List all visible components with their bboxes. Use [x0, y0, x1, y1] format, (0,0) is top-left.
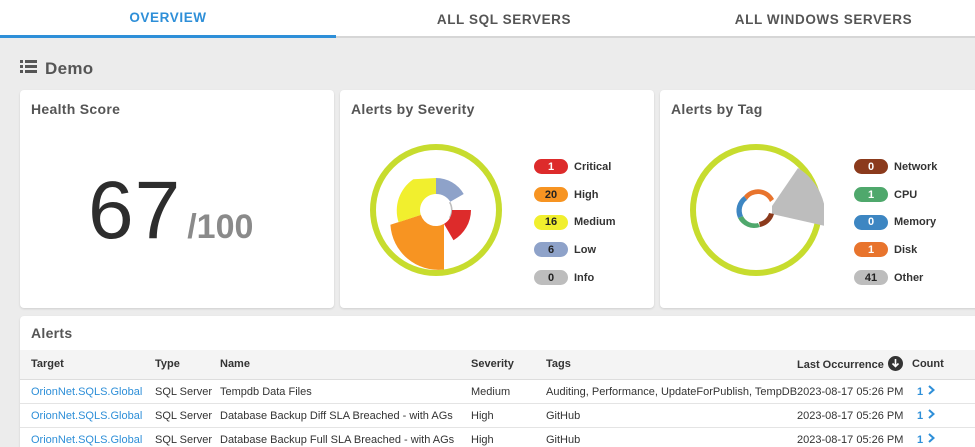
legend-label-low: Low	[574, 243, 596, 256]
legend-count-other: 41	[854, 270, 888, 286]
tag-segment-cpu	[738, 216, 760, 228]
legend-label-medium: Medium	[574, 216, 616, 229]
table-row[interactable]: OrionNet.SQLS.Global SQL Server Tempdb D…	[20, 380, 975, 404]
legend-label-cpu: CPU	[894, 188, 918, 201]
legend-label-high: High	[574, 188, 599, 201]
row-severity: High	[471, 434, 494, 446]
legend-item-other[interactable]: 41 Other	[854, 264, 937, 292]
row-target-link[interactable]: OrionNet.SQLS.Global	[31, 410, 142, 422]
legend-count-critical: 1	[534, 159, 568, 175]
legend-item-network[interactable]: 0 Network	[854, 153, 937, 181]
legend-label-disk: Disk	[894, 243, 918, 256]
row-last-occurrence: 2023-08-17 05:26 PM	[797, 410, 904, 422]
tag-segment-memory	[736, 196, 747, 218]
row-count-link[interactable]: 1	[917, 433, 936, 446]
table-row[interactable]: OrionNet.SQLS.Global SQL Server Database…	[20, 428, 975, 447]
legend-count-network: 0	[854, 159, 888, 175]
legend-item-medium[interactable]: 16 Medium	[534, 208, 616, 236]
tab-all-windows-servers[interactable]: ALL WINDOWS SERVERS	[672, 0, 975, 38]
tag-segment-other	[772, 168, 824, 226]
tag-segment-network	[759, 213, 774, 227]
legend-label-network: Network	[894, 160, 938, 173]
alerts-table-header: Target Type Name Severity Tags Last Occu…	[20, 350, 975, 380]
legend-count-disk: 1	[854, 242, 888, 258]
legend-item-cpu[interactable]: 1 CPU	[854, 181, 937, 209]
tag-segment-disk	[744, 189, 774, 202]
row-type: SQL Server	[155, 410, 213, 422]
health-score-max: /100	[187, 208, 254, 246]
alerts-title: Alerts	[31, 325, 73, 341]
row-count: 1	[917, 385, 924, 398]
row-last-occurrence: 2023-08-17 05:26 PM	[797, 386, 904, 398]
col-last-occurrence[interactable]: Last Occurrence	[797, 356, 903, 374]
sort-descending-icon[interactable]	[887, 356, 903, 374]
col-severity[interactable]: Severity	[471, 358, 514, 370]
legend-label-memory: Memory	[894, 216, 937, 229]
row-severity: Medium	[471, 386, 511, 398]
severity-donut-chart[interactable]	[368, 142, 504, 278]
row-last-occurrence: 2023-08-17 05:26 PM	[797, 434, 904, 446]
section-title: Demo	[45, 59, 94, 78]
list-icon	[20, 59, 37, 79]
tab-overview[interactable]: OVERVIEW	[0, 0, 336, 38]
health-score-value: 67	[88, 165, 182, 256]
col-tags[interactable]: Tags	[546, 358, 571, 370]
chevron-right-icon	[928, 385, 936, 398]
col-name[interactable]: Name	[220, 358, 250, 370]
alerts-by-tag-card: Alerts by Tag 0 Network 1 CPU 0 Memory 1…	[660, 90, 975, 308]
tag-title: Alerts by Tag	[671, 101, 763, 117]
row-name: Database Backup Diff SLA Breached - with…	[220, 410, 453, 422]
health-score: 67 /100	[88, 170, 253, 252]
row-tags: Auditing, Performance, UpdateForPublish,…	[546, 386, 798, 398]
row-count-link[interactable]: 1	[917, 409, 936, 422]
alerts-by-severity-card: Alerts by Severity 1 Critical 20 High 16…	[340, 90, 654, 308]
tab-all-sql-servers[interactable]: ALL SQL SERVERS	[336, 0, 672, 38]
row-name: Tempdb Data Files	[220, 386, 312, 398]
legend-count-memory: 0	[854, 214, 888, 230]
row-count-link[interactable]: 1	[917, 385, 936, 398]
health-score-title: Health Score	[31, 101, 121, 117]
alerts-table-card: Alerts Target Type Name Severity Tags La…	[20, 316, 975, 447]
row-type: SQL Server	[155, 434, 213, 446]
chevron-right-icon	[928, 409, 936, 422]
tag-donut-chart[interactable]	[688, 142, 824, 278]
row-target-link[interactable]: OrionNet.SQLS.Global	[31, 434, 142, 446]
row-count: 1	[917, 409, 924, 422]
tag-legend: 0 Network 1 CPU 0 Memory 1 Disk 41 Other	[854, 153, 937, 291]
legend-count-cpu: 1	[854, 187, 888, 203]
row-count: 1	[917, 433, 924, 446]
chevron-right-icon	[928, 433, 936, 446]
row-tags: GitHub	[546, 410, 581, 422]
legend-item-memory[interactable]: 0 Memory	[854, 208, 937, 236]
severity-legend: 1 Critical 20 High 16 Medium 6 Low 0 Inf…	[534, 153, 616, 291]
row-name: Database Backup Full SLA Breached - with…	[220, 434, 455, 446]
col-target[interactable]: Target	[31, 358, 64, 370]
legend-label-critical: Critical	[574, 160, 612, 173]
col-count[interactable]: Count	[912, 358, 944, 370]
row-severity: High	[471, 410, 494, 422]
legend-count-high: 20	[534, 187, 568, 203]
row-type: SQL Server	[155, 386, 213, 398]
legend-item-high[interactable]: 20 High	[534, 181, 616, 209]
col-type[interactable]: Type	[155, 358, 180, 370]
col-last-occurrence-label: Last Occurrence	[797, 359, 884, 371]
legend-label-info: Info	[574, 271, 595, 284]
health-score-card: Health Score 67 /100	[20, 90, 334, 308]
severity-title: Alerts by Severity	[351, 101, 475, 117]
table-row[interactable]: OrionNet.SQLS.Global SQL Server Database…	[20, 404, 975, 428]
legend-count-medium: 16	[534, 214, 568, 230]
legend-item-info[interactable]: 0 Info	[534, 264, 616, 292]
legend-label-other: Other	[894, 271, 924, 284]
legend-count-low: 6	[534, 242, 568, 258]
severity-donut-hole	[421, 195, 451, 225]
legend-item-disk[interactable]: 1 Disk	[854, 236, 937, 264]
section-header: Demo	[20, 58, 93, 80]
row-target-link[interactable]: OrionNet.SQLS.Global	[31, 386, 142, 398]
row-tags: GitHub	[546, 434, 581, 446]
tab-bar: OVERVIEW ALL SQL SERVERS ALL WINDOWS SER…	[0, 0, 975, 38]
legend-item-critical[interactable]: 1 Critical	[534, 153, 616, 181]
legend-count-info: 0	[534, 270, 568, 286]
legend-item-low[interactable]: 6 Low	[534, 236, 616, 264]
